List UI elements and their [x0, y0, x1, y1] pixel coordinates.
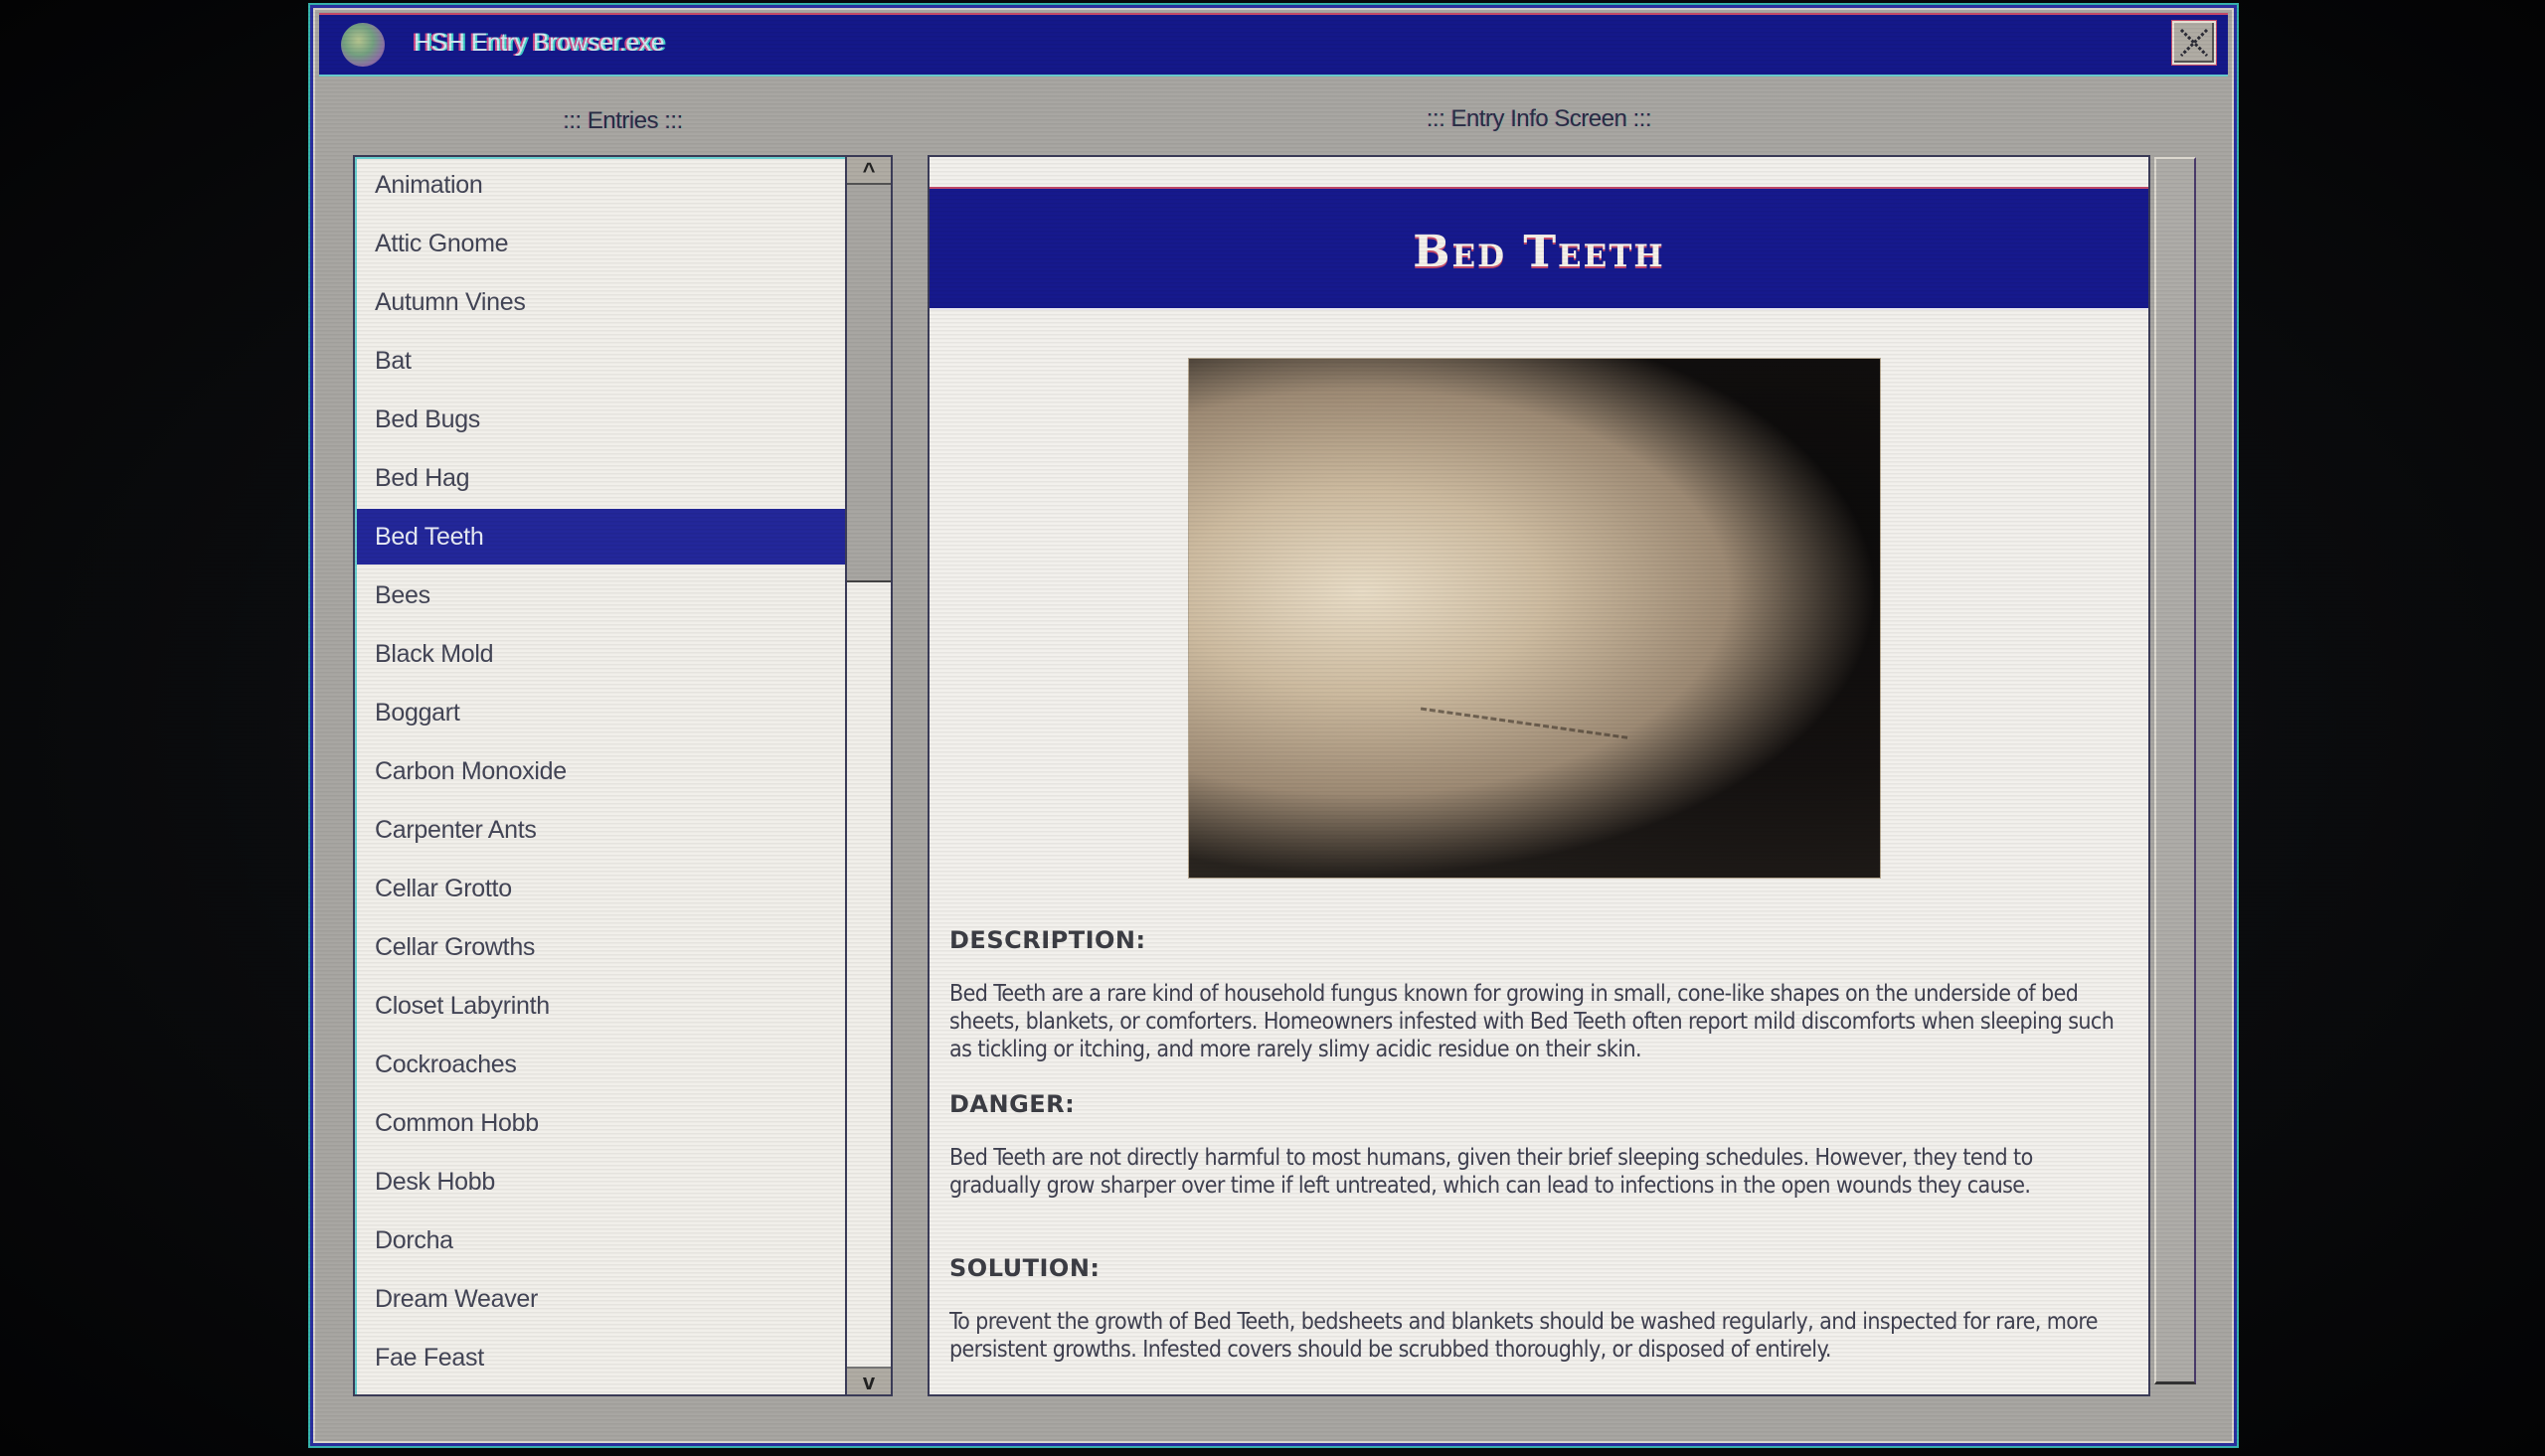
- solution-heading: SOLUTION:: [949, 1254, 1101, 1282]
- entry-title-banner: Bed Teeth: [930, 187, 2148, 310]
- entry-title: Bed Teeth: [1413, 227, 1665, 277]
- window-title: HSH Entry Browser.exe: [414, 29, 665, 57]
- entry-info-panel: Bed Teeth DESCRIPTION: Bed Teeth are a r…: [928, 155, 2150, 1396]
- entries-scroll-thumb[interactable]: [847, 185, 891, 582]
- list-item[interactable]: Common Hobb: [357, 1095, 847, 1151]
- list-item[interactable]: Dorcha: [357, 1213, 847, 1268]
- list-item[interactable]: Closet Labyrinth: [357, 978, 847, 1034]
- close-x-icon: [2179, 28, 2209, 58]
- list-item[interactable]: Cellar Grotto: [357, 861, 847, 916]
- scroll-up-button[interactable]: ^: [847, 157, 891, 185]
- entries-list[interactable]: Fae Feast Dream Weaver Dorcha Desk Hobb Comm…: [353, 155, 893, 1396]
- list-item[interactable]: Black Mold: [357, 626, 847, 682]
- entry-image: [1188, 358, 1881, 879]
- list-item[interactable]: Dream Weaver: [357, 1271, 847, 1327]
- entries-label: ::: Entries :::: [563, 107, 683, 134]
- list-item[interactable]: Cockroaches: [357, 1037, 847, 1092]
- solution-body: To prevent the growth of Bed Teeth, beds…: [949, 1309, 2098, 1363]
- danger-body: Bed Teeth are not directly harmful to mo…: [949, 1145, 2033, 1199]
- list-item[interactable]: Animation: [357, 157, 847, 213]
- list-item[interactable]: Bed Hag: [357, 450, 847, 506]
- list-item[interactable]: Carpenter Ants: [357, 802, 847, 858]
- list-item[interactable]: Cellar Growths: [357, 919, 847, 975]
- danger-heading: DANGER:: [949, 1090, 1076, 1118]
- info-scroll-thumb[interactable]: [2154, 157, 2196, 1384]
- list-item[interactable]: Desk Hobb: [357, 1154, 847, 1210]
- list-item[interactable]: Boggart: [357, 685, 847, 740]
- teeth-growth-mark: [1416, 707, 1628, 769]
- close-button[interactable]: [2172, 21, 2216, 65]
- info-scrollbar[interactable]: [2152, 155, 2200, 1396]
- title-bar[interactable]: HSH Entry Browser.exe: [319, 13, 2228, 77]
- list-item[interactable]: Bat: [357, 333, 847, 389]
- entry-browser-window: HSH Entry Browser.exe ::: Entries ::: ::…: [310, 5, 2237, 1446]
- list-item[interactable]: Carbon Monoxide: [357, 743, 847, 799]
- entries-scrollbar[interactable]: ^ v: [845, 157, 891, 1394]
- entry-info-label: ::: Entry Info Screen :::: [1426, 105, 1652, 132]
- list-item[interactable]: Autumn Vines: [357, 274, 847, 330]
- list-item[interactable]: Bed Bugs: [357, 392, 847, 447]
- description-body: Bed Teeth are a rare kind of household f…: [949, 981, 2115, 1062]
- list-item[interactable]: Fae Feast: [357, 1330, 847, 1385]
- list-item-selected[interactable]: Bed Teeth: [357, 509, 847, 565]
- brain-globe-icon: [341, 23, 385, 67]
- description-heading: DESCRIPTION:: [949, 926, 1146, 954]
- list-item[interactable]: Attic Gnome: [357, 216, 847, 271]
- scroll-down-button[interactable]: v: [847, 1367, 891, 1394]
- list-item[interactable]: Bees: [357, 567, 847, 623]
